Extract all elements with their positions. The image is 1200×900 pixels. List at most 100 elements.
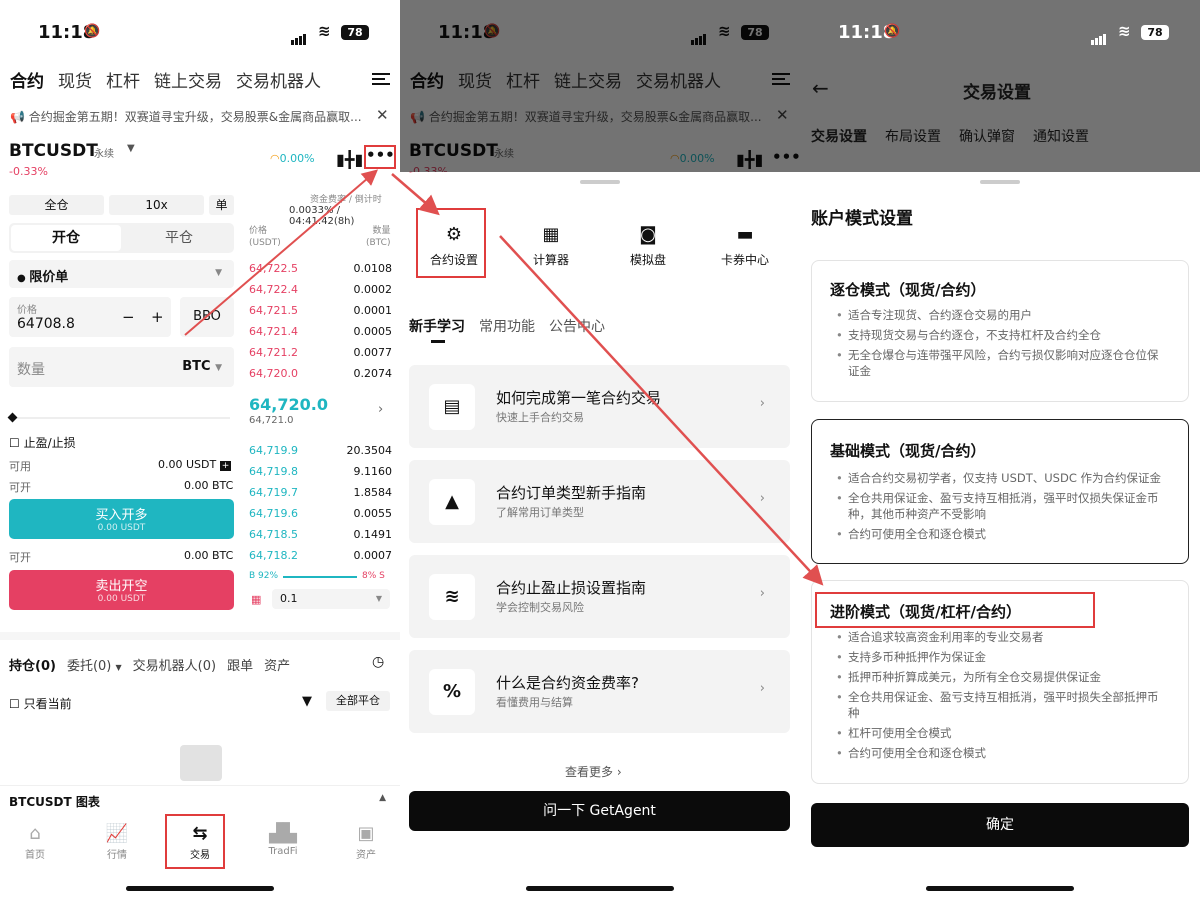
tab-trade-settings[interactable]: 交易设置 — [811, 129, 867, 145]
orderbook-qty: 20.3504 — [346, 444, 393, 457]
price-increment-button[interactable]: + — [151, 308, 164, 326]
tpsl-checkbox[interactable]: ☐ 止盈/止损 — [9, 434, 76, 451]
orderbook-row[interactable]: 64,722.4 0.0002 — [249, 283, 392, 299]
mute-icon: 🔕 — [84, 24, 101, 39]
signal-icon — [1091, 26, 1107, 45]
orderbook-row[interactable]: 64,719.8 9.1160 — [249, 465, 392, 481]
quantity-slider[interactable] — [7, 412, 230, 423]
buy-long-button[interactable]: 买入开多 0.00 USDT — [9, 499, 234, 539]
orderbook-row[interactable]: 64,719.7 1.8584 — [249, 486, 392, 502]
guide-card[interactable]: ▲ 合约订单类型新手指南 了解常用订单类型 › — [409, 460, 790, 543]
tab-futures[interactable]: 合约 — [10, 72, 44, 92]
sheet-handle[interactable] — [980, 180, 1020, 184]
leverage-button[interactable]: 10x — [109, 195, 204, 215]
orderbook-qty: 0.2074 — [353, 367, 393, 380]
orderbook-row[interactable]: 64,720.0 0.2074 — [249, 367, 392, 383]
orderbook-row[interactable]: 64,719.6 0.0055 — [249, 507, 392, 523]
mode-isolated[interactable]: 逐仓模式（现货/合约） 适合专注现货、合约逐仓交易的用户支持现货交易与合约逐仓，… — [811, 260, 1189, 402]
notice-banner[interactable]: 📢 合约掘金第五期！双赛道寻宝升级，交易股票&金属商品赢取... — [10, 108, 370, 125]
only-current-checkbox[interactable]: ☐ 只看当前 — [9, 695, 72, 712]
history-icon[interactable]: ◷ — [372, 654, 384, 670]
sheet-handle[interactable] — [580, 180, 620, 184]
chevron-down-icon[interactable]: ▼ — [127, 143, 135, 154]
nav-assets[interactable]: ▣ 资产 — [336, 823, 396, 861]
close-all-button[interactable]: 全部平仓 — [326, 691, 390, 711]
tab-notifications[interactable]: 通知设置 — [1033, 129, 1089, 145]
available-value: 0.00 USDT — [158, 458, 217, 471]
quantity-input[interactable]: 数量 BTC ▼ — [9, 347, 234, 387]
guide-card[interactable]: % 什么是合约资金费率? 看懂费用与结算 › — [409, 650, 790, 733]
tab-announcements[interactable]: 公告中心 — [549, 319, 605, 335]
tab-open[interactable]: 开仓 — [11, 225, 121, 251]
orderbook-row[interactable]: 64,721.4 0.0005 — [249, 325, 392, 341]
order-type-select[interactable]: ● 限价单 ▼ — [9, 260, 234, 288]
tab-indicator — [431, 340, 445, 343]
candlestick-icon[interactable]: ▮╋▮ — [336, 150, 363, 169]
gauge-icon: ◠ — [270, 152, 280, 165]
info-icon: ● — [17, 273, 30, 284]
orderbook-row[interactable]: 64,718.2 0.0007 — [249, 549, 392, 565]
orderbook-row[interactable]: 64,719.9 20.3504 — [249, 444, 392, 460]
ask-agent-button[interactable]: 问一下 GetAgent — [409, 791, 790, 831]
tab-orders[interactable]: 委托(0) ▼ — [67, 659, 122, 674]
depth-select[interactable]: 0.1 ▼ — [272, 589, 390, 609]
chevron-right-icon[interactable]: › — [378, 402, 383, 417]
price-value[interactable]: 64708.8 — [17, 316, 75, 332]
more-options-button[interactable]: ••• — [364, 145, 396, 169]
quantity-unit[interactable]: BTC ▼ — [182, 359, 222, 374]
tab-onchain[interactable]: 链上交易 — [154, 72, 222, 92]
tab-beginner[interactable]: 新手学习 — [409, 319, 465, 335]
nav-tradfi[interactable]: ▟▙ TradFi — [253, 823, 313, 857]
tab-margin[interactable]: 杠杆 — [106, 72, 140, 92]
tab-layout[interactable]: 布局设置 — [885, 129, 941, 145]
pair-name[interactable]: BTCUSDT — [9, 141, 98, 161]
backdrop[interactable] — [400, 0, 800, 172]
orderbook-row[interactable]: 64,721.5 0.0001 — [249, 304, 392, 320]
orderbook-price: 64,721.2 — [249, 346, 298, 359]
close-icon[interactable]: ✕ — [376, 106, 389, 124]
orderbook-row[interactable]: 64,721.2 0.0077 — [249, 346, 392, 362]
orderbook-price: 64,718.2 — [249, 549, 298, 562]
orderbook-qty: 0.0055 — [353, 507, 393, 520]
confirm-button[interactable]: 确定 — [811, 803, 1189, 847]
tab-common[interactable]: 常用功能 — [479, 319, 535, 335]
tab-close[interactable]: 平仓 — [126, 225, 232, 251]
coupon-center-button[interactable]: ▬ 卡券中心 — [705, 224, 785, 268]
sell-short-button[interactable]: 卖出开空 0.00 USDT — [9, 570, 234, 610]
bbo-button[interactable]: BBO — [180, 297, 234, 337]
position-mode-button[interactable]: 单 — [209, 195, 234, 215]
tab-positions[interactable]: 持仓(0) — [9, 659, 56, 674]
demo-trading-button[interactable]: ◙ 模拟盘 — [608, 224, 688, 268]
nav-home[interactable]: ⌂ 首页 — [5, 823, 65, 861]
chevron-right-icon: › — [759, 586, 765, 601]
tab-bots[interactable]: 交易机器人(0) — [133, 659, 216, 674]
guide-card[interactable]: ≋ 合约止盈止损设置指南 学会控制交易风险 › — [409, 555, 790, 638]
signal-icon — [291, 26, 307, 45]
mode-basic[interactable]: 基础模式（现货/合约） 适合合约交易初学者，仅支持 USDT、USDC 作为合约… — [811, 419, 1189, 564]
ask-ratio: 8% S — [362, 571, 385, 581]
chart-bar[interactable]: BTCUSDT 图表 ▲ — [0, 785, 400, 813]
see-more-link[interactable]: 查看更多 › — [565, 763, 622, 780]
back-arrow-icon[interactable]: ← — [812, 76, 829, 100]
menu-icon[interactable] — [372, 70, 390, 88]
price-input[interactable]: 价格 64708.8 − + — [9, 297, 171, 337]
tab-confirm-popups[interactable]: 确认弹窗 — [959, 129, 1015, 145]
price-decrement-button[interactable]: − — [122, 308, 135, 326]
depth-view-icon[interactable]: ▦ — [251, 593, 261, 606]
slider-handle[interactable] — [7, 412, 18, 423]
margin-mode-button[interactable]: 全仓 — [9, 195, 104, 215]
market-tabs: 合约现货杠杆链上交易交易机器人 — [10, 67, 335, 92]
orderbook-row[interactable]: 64,718.5 0.1491 — [249, 528, 392, 544]
tab-bots[interactable]: 交易机器人 — [236, 72, 321, 92]
tab-assets[interactable]: 资产 — [264, 659, 290, 674]
filter-icon[interactable]: ▼ — [302, 694, 312, 709]
calculator-button[interactable]: ▦ 计算器 — [511, 224, 591, 268]
tab-spot[interactable]: 现货 — [58, 72, 92, 92]
status-bar: 11:18 🔕 ≋ 78 — [800, 0, 1200, 64]
nav-markets[interactable]: 📈 行情 — [87, 823, 147, 861]
tab-copy[interactable]: 跟单 — [227, 659, 253, 674]
transfer-icon[interactable]: + — [219, 461, 232, 471]
guide-card[interactable]: ▤ 如何完成第一笔合约交易 快速上手合约交易 › — [409, 365, 790, 448]
settings-tabs: 交易设置 布局设置 确认弹窗 通知设置 — [811, 126, 1089, 146]
orderbook-row[interactable]: 64,722.5 0.0108 — [249, 262, 392, 278]
